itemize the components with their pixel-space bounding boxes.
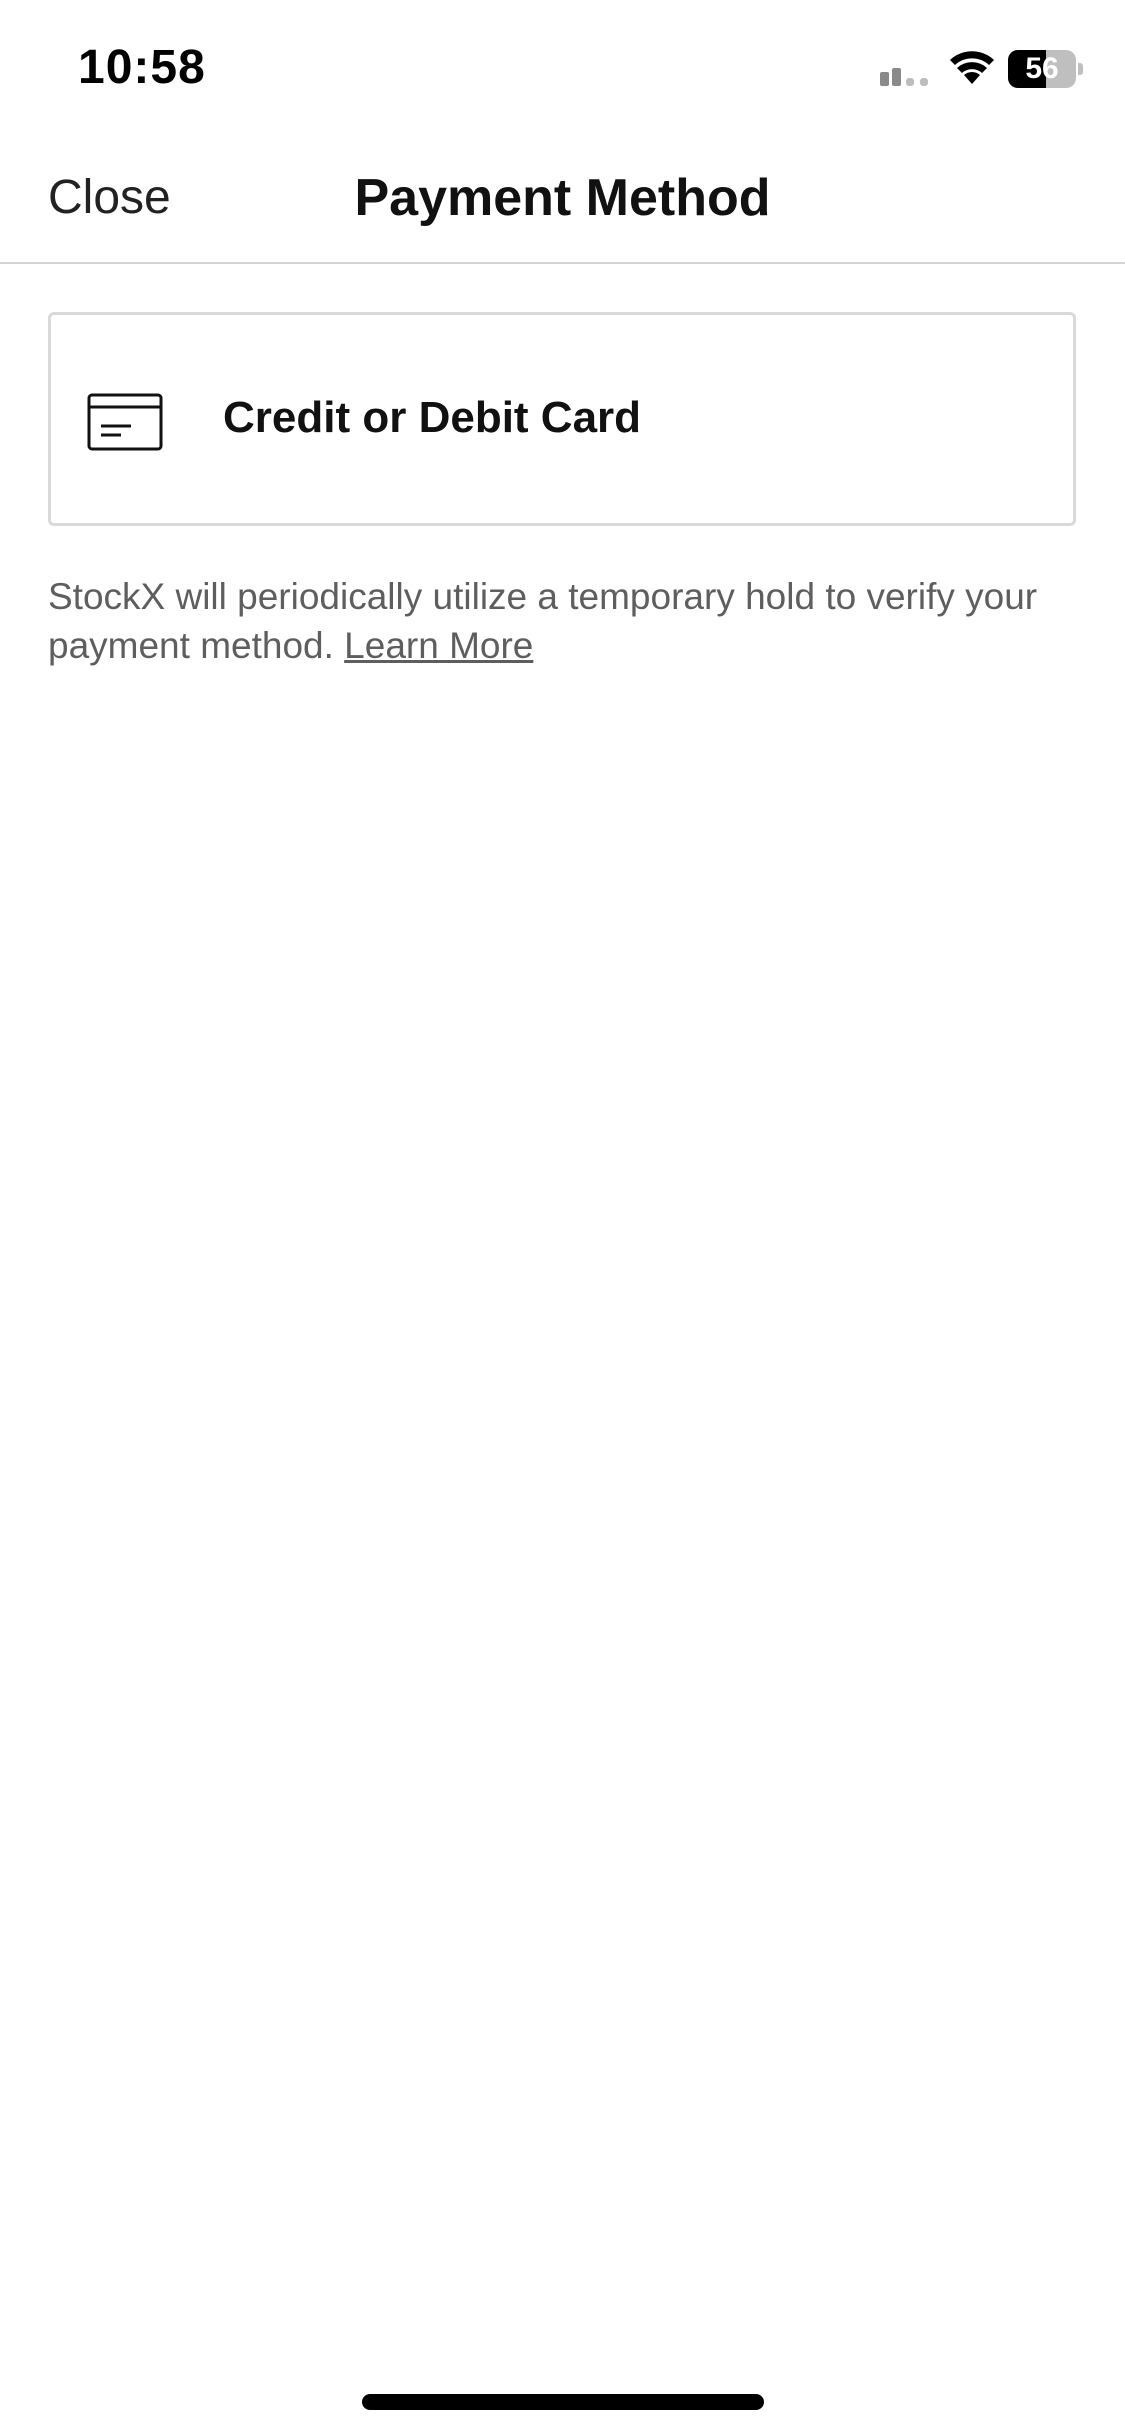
- battery-level: 56: [1025, 52, 1059, 85]
- cellular-signal-icon: [880, 68, 928, 86]
- payment-option-label: Credit or Debit Card: [223, 393, 642, 442]
- hold-notice: StockX will periodically utilize a tempo…: [48, 572, 1088, 670]
- status-bar: 10:58 56: [0, 0, 1125, 140]
- status-time: 10:58: [78, 41, 206, 94]
- payment-option-card[interactable]: Credit or Debit Card: [48, 312, 1076, 526]
- page-title: Payment Method: [354, 169, 771, 227]
- hold-notice-text: StockX will periodically utilize a tempo…: [48, 576, 1038, 666]
- learn-more-link[interactable]: Learn More: [344, 625, 533, 666]
- credit-card-icon: [87, 393, 163, 451]
- home-indicator[interactable]: [362, 2394, 764, 2410]
- battery-icon: 56: [1008, 50, 1083, 88]
- nav-bar: Close Payment Method: [0, 140, 1125, 264]
- wifi-icon: [950, 51, 994, 84]
